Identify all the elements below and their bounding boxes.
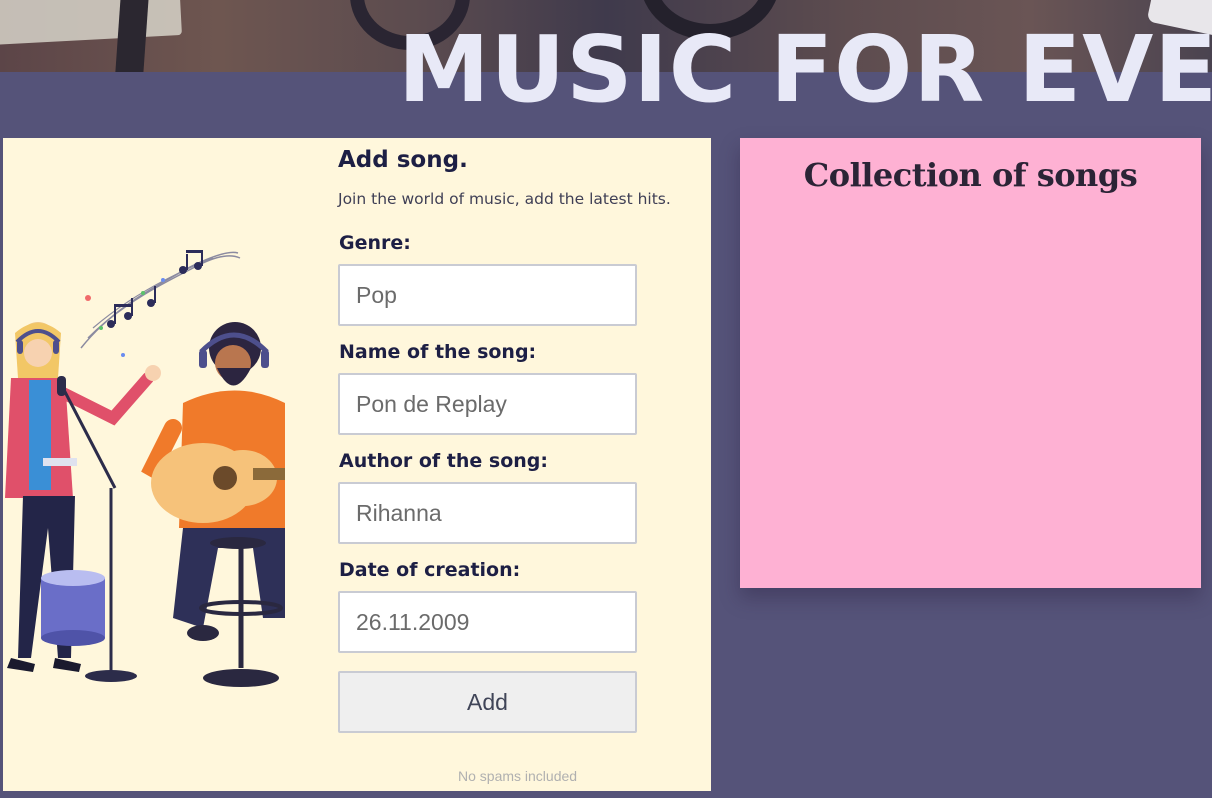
banner-paper-shape [0,0,182,45]
date-label: Date of creation: [339,559,521,581]
genre-label: Genre: [339,232,411,254]
date-input[interactable]: 26.11.2009 [338,591,637,653]
author-label: Author of the song: [339,450,549,472]
song-name-input[interactable]: Pon de Replay [338,373,637,435]
musicians-illustration [3,228,285,698]
form-subtitle: Join the world of music, add the latest … [338,190,671,208]
page-title: MUSIC FOR EVE [398,16,1212,123]
collection-title: Collection of songs [803,156,1138,194]
song-collection-panel: Collection of songs [740,138,1201,588]
footer-note: No spams included [458,768,578,784]
song-name-label: Name of the song: [339,341,537,363]
add-song-card: Add song. Join the world of music, add t… [3,138,711,791]
author-input[interactable]: Rihanna [338,482,637,544]
genre-input[interactable]: Pop [338,264,637,326]
add-button[interactable]: Add [338,671,637,733]
banner-strap-shape [114,0,150,72]
form-heading: Add song. [338,147,468,173]
